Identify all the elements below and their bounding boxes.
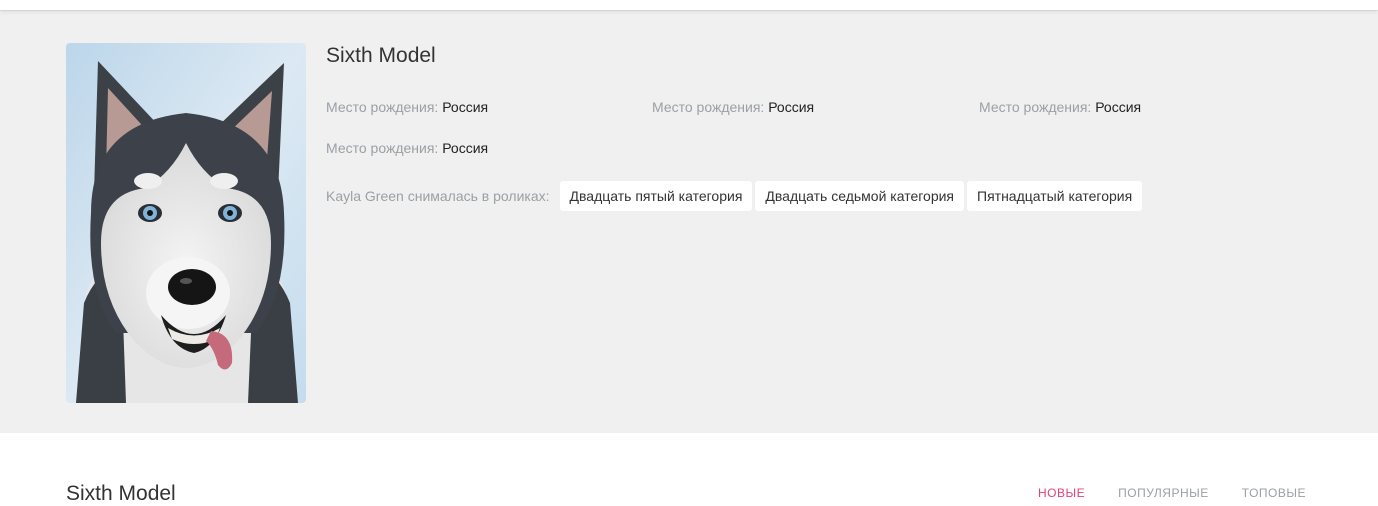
model-profile-section: Sixth Model Место рождения: Россия Место… [0, 10, 1378, 433]
field-label: Место рождения: [979, 99, 1092, 115]
birthplace-field-3: Место рождения: Россия [979, 99, 1141, 115]
videos-section-title: Sixth Model [66, 482, 176, 505]
roles-label: Kayla Green снималась в роликах: [326, 188, 550, 204]
birthplace-field-4: Место рождения: Россия [326, 140, 488, 156]
field-value: Россия [768, 99, 815, 115]
field-label: Место рождения: [652, 99, 765, 115]
tab-popular[interactable]: ПОПУЛЯРНЫЕ [1118, 486, 1209, 500]
videos-sort-tabs: НОВЫЕ ПОПУЛЯРНЫЕ ТОПОВЫЕ [1038, 486, 1306, 500]
model-name-title: Sixth Model [326, 44, 436, 67]
tab-top[interactable]: ТОПОВЫЕ [1242, 486, 1306, 500]
field-label: Место рождения: [326, 99, 439, 115]
category-tag[interactable]: Двадцать пятый категория [559, 181, 753, 211]
tab-new[interactable]: НОВЫЕ [1038, 486, 1085, 500]
field-value: Россия [442, 99, 489, 115]
birthplace-field-2: Место рождения: Россия [652, 99, 814, 115]
field-value: Россия [442, 140, 489, 156]
model-photo [66, 43, 306, 403]
field-value: Россия [1095, 99, 1142, 115]
husky-dog-image [66, 43, 306, 403]
field-label: Место рождения: [326, 140, 439, 156]
category-tag[interactable]: Двадцать седьмой категория [755, 181, 965, 211]
birthplace-field-1: Место рождения: Россия [326, 99, 488, 115]
roles-row: Kayla Green снималась в роликах: Двадцат… [326, 181, 1145, 211]
category-tag[interactable]: Пятнадцатый категория [967, 181, 1143, 211]
header-bar [0, 0, 1378, 10]
